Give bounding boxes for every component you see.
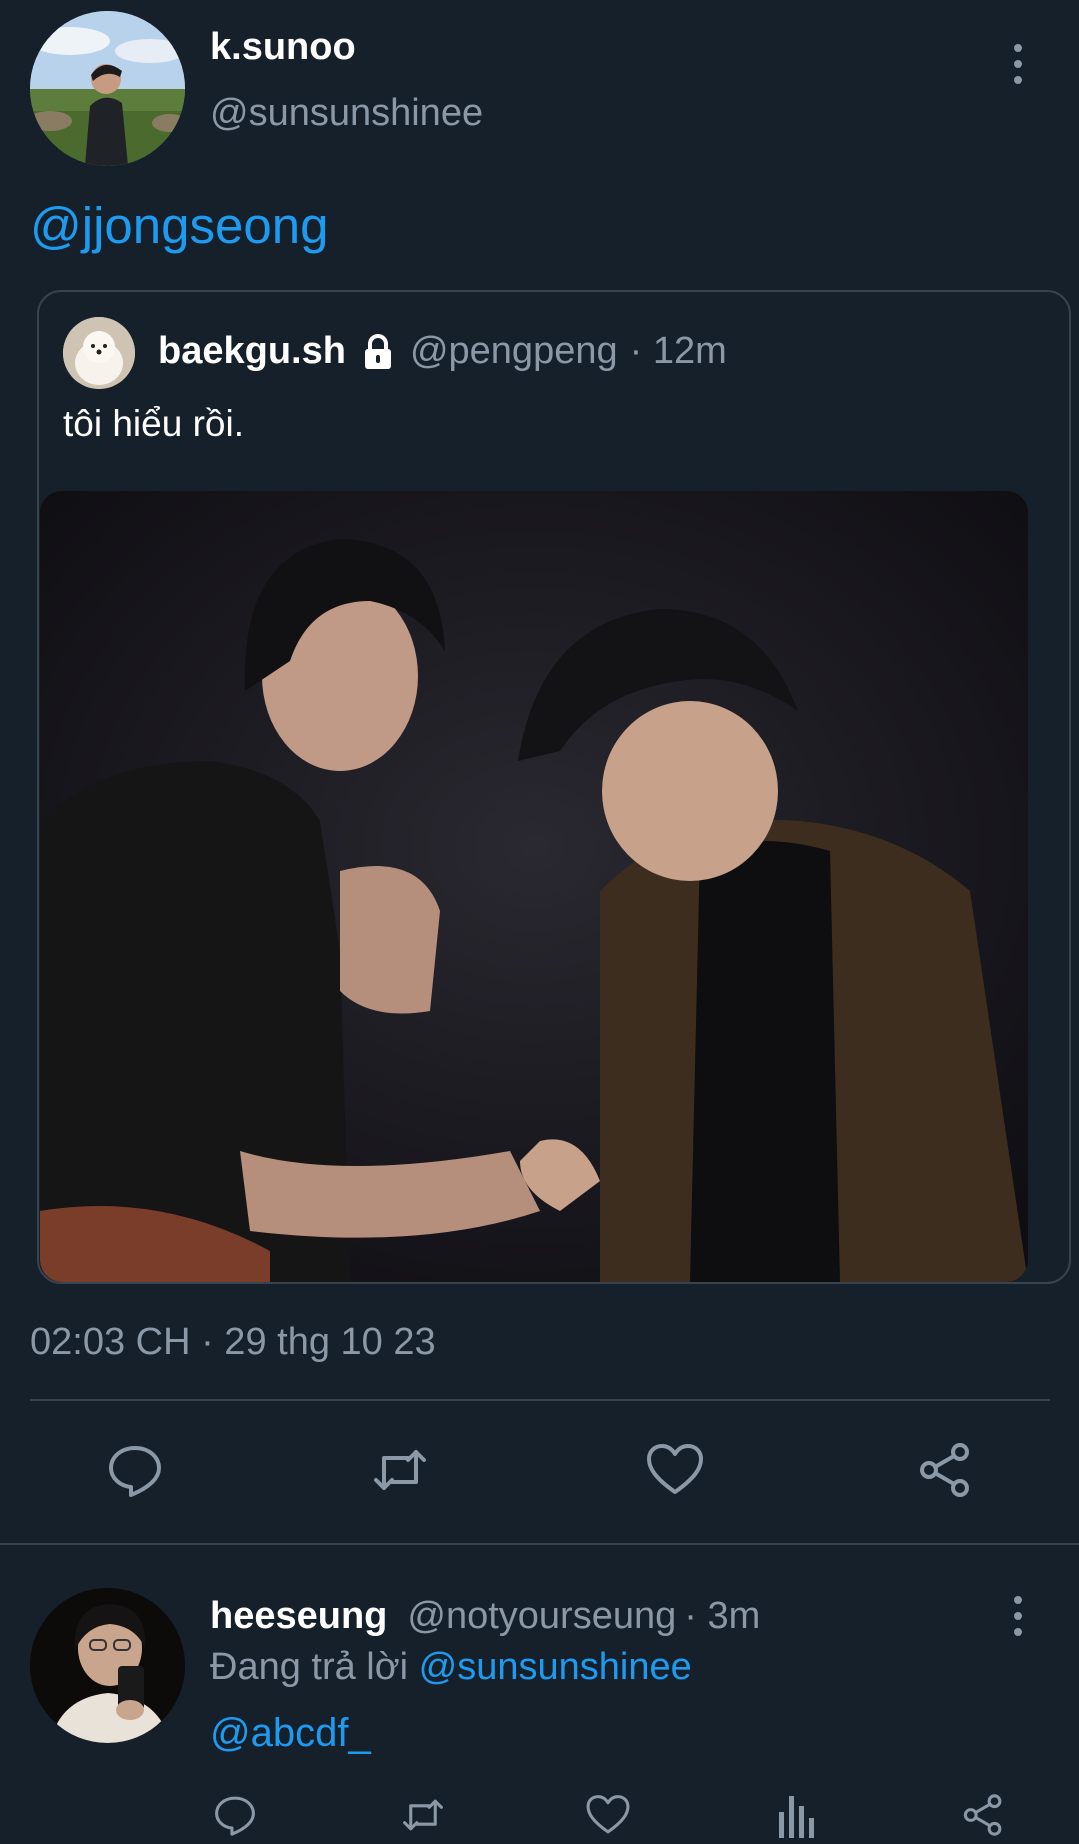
quoted-handle: @pengpeng xyxy=(409,330,618,372)
reply-time: · 3m xyxy=(684,1595,761,1637)
like-icon[interactable] xyxy=(645,1440,705,1500)
reply-display-name[interactable]: heeseung xyxy=(210,1595,387,1638)
quoted-tweet-photo[interactable] xyxy=(40,491,1028,1282)
reply-retweet-icon[interactable] xyxy=(398,1792,448,1838)
reply-handle[interactable]: @notyourseung xyxy=(407,1595,676,1638)
quoted-display-name: baekgu.sh xyxy=(158,330,346,372)
reply-text-mention[interactable]: @abcdf_ xyxy=(210,1711,371,1756)
divider xyxy=(30,1399,1050,1401)
reply-reply-icon[interactable] xyxy=(212,1792,258,1838)
tweet-text-mention[interactable]: @jjongseong xyxy=(30,196,328,255)
quoted-author-avatar xyxy=(63,317,135,389)
reply-like-icon[interactable] xyxy=(585,1792,631,1838)
author-handle[interactable]: @sunsunshinee xyxy=(210,92,483,135)
author-avatar[interactable] xyxy=(30,11,185,166)
share-icon[interactable] xyxy=(915,1440,975,1500)
tweet-timestamp: 02:03 CH · 29 thg 10 23 xyxy=(30,1321,436,1363)
quoted-tweet-text: tôi hiểu rồi. xyxy=(63,403,244,444)
more-options-icon[interactable] xyxy=(1011,44,1025,84)
reply-header: heeseung @notyourseung · 3m xyxy=(210,1595,760,1638)
quoted-time: · 12m xyxy=(629,330,727,372)
reply-share-icon[interactable] xyxy=(960,1792,1006,1838)
reply-analytics-icon[interactable] xyxy=(777,1792,817,1838)
replying-to-handle[interactable]: @sunsunshinee xyxy=(419,1646,692,1688)
replying-to-line: Đang trả lời @sunsunshinee xyxy=(210,1646,692,1689)
lock-icon xyxy=(358,332,398,372)
section-divider xyxy=(0,1543,1079,1545)
author-display-name[interactable]: k.sunoo xyxy=(210,26,356,69)
retweet-icon[interactable] xyxy=(370,1440,430,1500)
replying-to-prefix: Đang trả lời xyxy=(210,1646,409,1688)
reply-icon[interactable] xyxy=(105,1440,165,1500)
reply-more-options-icon[interactable] xyxy=(1011,1596,1025,1636)
reply-author-avatar[interactable] xyxy=(30,1588,185,1743)
quoted-header: baekgu.sh @pengpeng · 12m xyxy=(158,330,727,373)
